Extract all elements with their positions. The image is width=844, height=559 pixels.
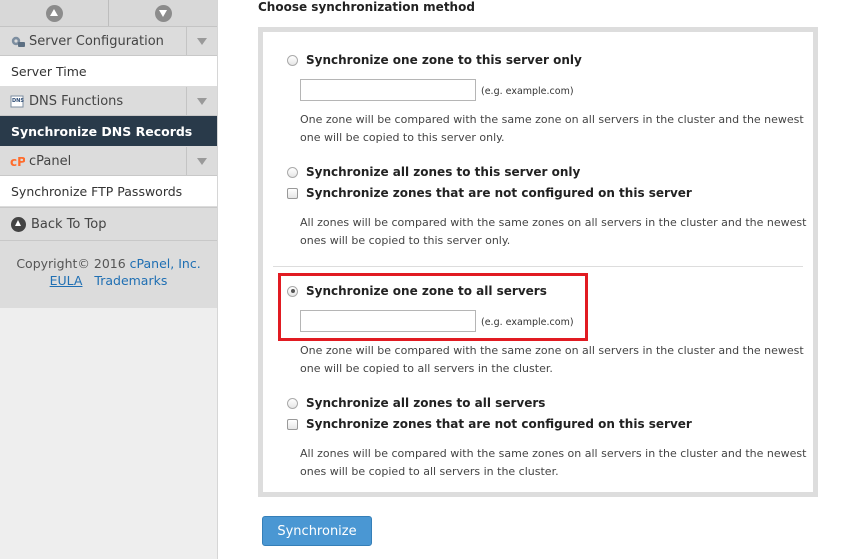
checkbox-label: Synchronize zones that are not configure… (306, 186, 692, 200)
dns-icon: DNS (10, 94, 26, 108)
sidebar-category-label: cPanel (29, 153, 72, 169)
cpanel-logo-icon: cP (10, 154, 26, 169)
checkbox[interactable] (287, 418, 298, 430)
checkbox-label: Synchronize zones that are not configure… (306, 417, 692, 431)
sidebar-category-dns-functions[interactable]: DNS DNS Functions (0, 87, 217, 116)
chevron-down-icon[interactable] (186, 27, 217, 55)
option-description: One zone will be compared with the same … (300, 113, 804, 144)
sidebar-category-cpanel[interactable]: cP cPanel (0, 147, 217, 176)
arrow-up-circle-icon (11, 216, 26, 232)
sidebar-category-label: DNS Functions (29, 93, 124, 109)
option-one-zone-this-server[interactable]: Synchronize one zone to this server only (287, 53, 582, 67)
option-label: Synchronize one zone to all servers (306, 284, 547, 298)
section-title: Choose synchronization method (258, 0, 475, 14)
checkbox[interactable] (287, 187, 298, 199)
zone-input-all-servers[interactable] (300, 310, 476, 332)
radio-one-zone-all-servers[interactable] (287, 285, 298, 297)
checkbox-unconfigured-zones-this-server[interactable]: Synchronize zones that are not configure… (287, 186, 692, 200)
checkbox-unconfigured-zones-all-servers[interactable]: Synchronize zones that are not configure… (287, 417, 692, 431)
chevron-down-icon[interactable] (186, 147, 217, 175)
divider (273, 266, 803, 267)
option-label: Synchronize all zones to all servers (306, 396, 546, 410)
sidebar-category-label: Server Configuration (29, 33, 164, 49)
radio-one-zone-this-server[interactable] (287, 54, 298, 66)
option-one-zone-all-servers[interactable]: Synchronize one zone to all servers (287, 284, 547, 298)
option-label: Synchronize all zones to this server onl… (306, 165, 581, 179)
sidebar-footer: Copyright© 2016 cPanel, Inc. EULA Tradem… (0, 241, 217, 308)
radio-all-zones-this-server[interactable] (287, 166, 298, 178)
scroll-up-button[interactable] (0, 0, 108, 26)
option-description: All zones will be compared with the same… (300, 216, 807, 247)
option-label: Synchronize one zone to this server only (306, 53, 582, 67)
trademarks-link[interactable]: Trademarks (94, 273, 167, 288)
eula-link[interactable]: EULA (50, 273, 83, 288)
sidebar-nav-arrows (0, 0, 217, 27)
zone-input-this-server[interactable] (300, 79, 476, 101)
gear-icon (10, 34, 26, 48)
back-to-top-label: Back To Top (31, 216, 107, 232)
back-to-top-link[interactable]: Back To Top (0, 207, 217, 241)
chevron-down-icon[interactable] (186, 87, 217, 115)
cpanel-inc-link[interactable]: cPanel, Inc. (130, 256, 201, 271)
arrow-up-icon (45, 4, 63, 22)
sidebar-category-server-configuration[interactable]: Server Configuration (0, 27, 217, 56)
option-description: All zones will be compared with the same… (300, 447, 807, 478)
zone-input-hint: (e.g. example.com) (481, 86, 574, 97)
sidebar-item-synchronize-ftp-passwords[interactable]: Synchronize FTP Passwords (0, 176, 217, 207)
zone-input-hint: (e.g. example.com) (481, 317, 574, 328)
sync-method-panel: Synchronize one zone to this server only… (258, 27, 818, 497)
arrow-down-icon (154, 4, 172, 22)
sidebar-item-server-time[interactable]: Server Time (0, 56, 217, 87)
sidebar-item-synchronize-dns-records[interactable]: Synchronize DNS Records (0, 116, 217, 147)
sidebar: Server Configuration Server Time DNS DNS… (0, 0, 218, 559)
option-description: One zone will be compared with the same … (300, 344, 804, 375)
option-all-zones-all-servers[interactable]: Synchronize all zones to all servers (287, 396, 545, 410)
svg-text:cP: cP (10, 155, 25, 168)
option-all-zones-this-server[interactable]: Synchronize all zones to this server onl… (287, 165, 580, 179)
copyright-text: Copyright© 2016 (16, 256, 126, 271)
scroll-down-button[interactable] (108, 0, 217, 26)
radio-all-zones-all-servers[interactable] (287, 397, 298, 409)
svg-text:DNS: DNS (12, 98, 24, 104)
synchronize-button[interactable]: Synchronize (262, 516, 372, 546)
